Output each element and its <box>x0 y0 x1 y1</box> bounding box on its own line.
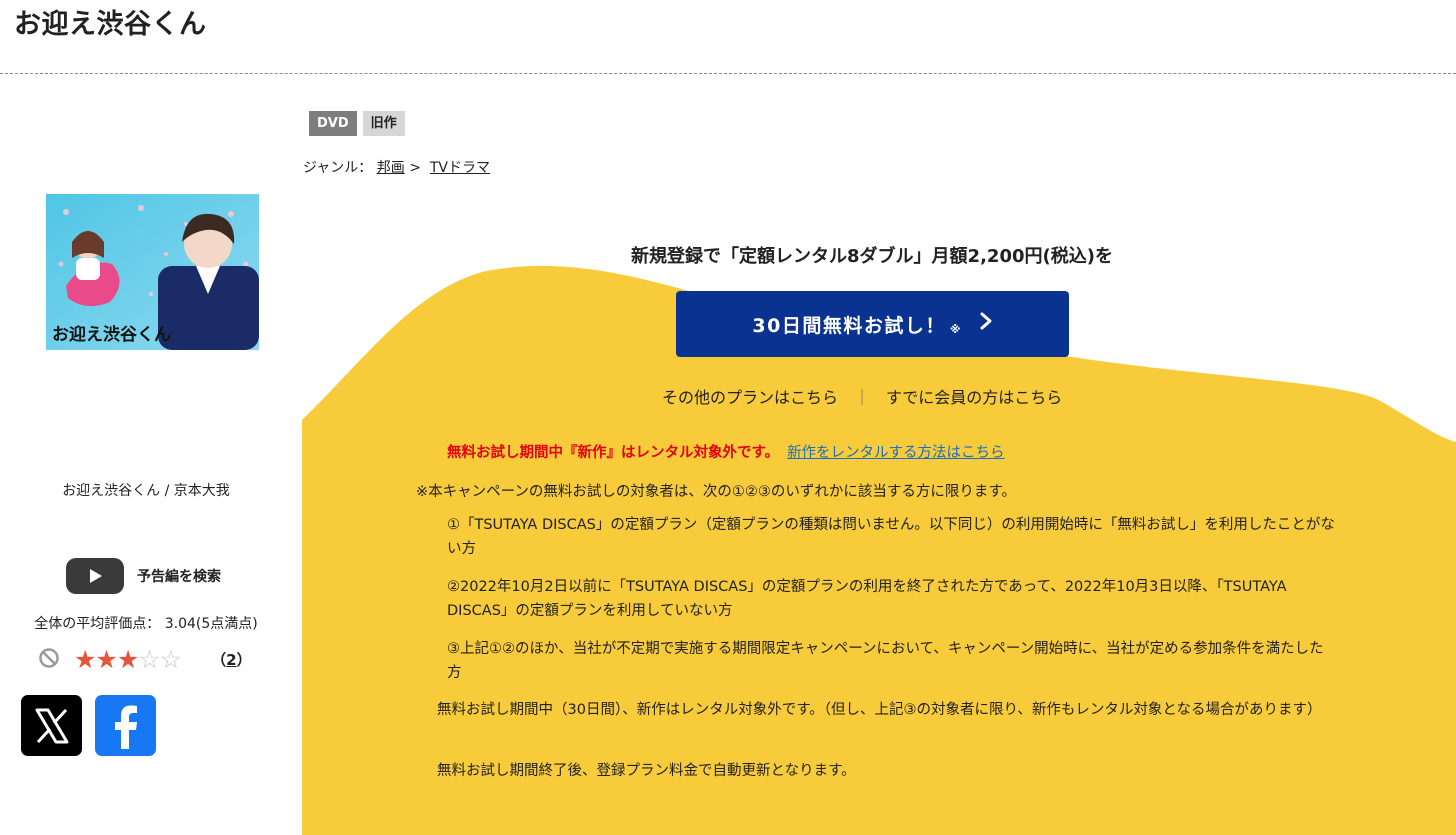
member-login-link[interactable]: すでに会員の方はこちら <box>886 384 1062 408</box>
free-trial-label: 30日間無料お試し！ <box>752 314 946 337</box>
share-x-button[interactable] <box>21 695 82 756</box>
genre-breadcrumb: ジャンル： 邦画 > TVドラマ <box>303 157 490 177</box>
genre-link-japanese-film[interactable]: 邦画 <box>377 160 405 176</box>
notice-red-text: 無料お試し期間中『新作』はレンタル対象外です。 <box>447 445 780 461</box>
star-3-icon[interactable]: ★ <box>117 646 139 673</box>
catalog-badge: 旧作 <box>362 111 405 136</box>
work-title: お迎え渋谷くん / 京本大我 <box>62 483 230 499</box>
star-1-icon[interactable]: ★ <box>74 646 96 673</box>
new-release-notice: 無料お試し期間中『新作』はレンタル対象外です。 新作をレンタルする方法はこちら <box>447 441 1005 462</box>
trial-footnote-2: 無料お試し期間終了後、登録プラン料金で自動更新となります。 <box>437 763 856 779</box>
review-count: （2） <box>211 651 252 669</box>
genre-link-tv-drama[interactable]: TVドラマ <box>430 160 490 176</box>
breadcrumb-separator: > <box>409 160 421 176</box>
campaign-term-1: ①「TSUTAYA DISCAS」の定額プラン（定額プランの種類は問いません。以… <box>447 517 1335 557</box>
genre-label: ジャンル： <box>303 160 373 176</box>
trailer-label: 予告編を検索 <box>137 569 221 585</box>
rating-stars[interactable]: ★ ★ ★ ☆ ☆ <box>74 646 182 673</box>
plan-links-separator: ｜ <box>854 388 871 407</box>
clear-rating-icon[interactable] <box>38 647 60 673</box>
poster-image[interactable]: お迎え渋谷くん <box>46 194 259 350</box>
promo-headline: 新規登録で「定額レンタル8ダブル」月額2,200円(税込)を <box>631 246 1113 267</box>
average-rating-text: 全体の平均評価点： 3.04(5点満点) <box>34 616 258 632</box>
star-2-icon[interactable]: ★ <box>95 646 117 673</box>
share-facebook-button[interactable] <box>95 695 156 756</box>
campaign-term-3: ③上記①②のほか、当社が不定期で実施する期間限定キャンペーンにおいて、キャンペー… <box>447 641 1324 681</box>
rating-row: ★ ★ ★ ☆ ☆ （2） <box>38 646 252 673</box>
format-badges: DVD 旧作 <box>309 111 405 136</box>
review-count-link[interactable]: 2 <box>226 651 236 669</box>
star-5-icon[interactable]: ☆ <box>160 646 182 673</box>
chevron-right-icon <box>979 311 993 337</box>
other-plans-link[interactable]: その他のプランはこちら <box>662 384 838 408</box>
new-release-rental-link[interactable]: 新作をレンタルする方法はこちら <box>787 445 1005 461</box>
facebook-logo-icon <box>114 705 137 749</box>
free-trial-button[interactable]: 30日間無料お試し！ ※ <box>676 291 1069 357</box>
star-4-icon[interactable]: ☆ <box>138 646 160 673</box>
trailer-search-button[interactable]: 予告編を検索 <box>66 558 221 594</box>
x-logo-icon <box>35 708 68 743</box>
left-column: お迎え渋谷くん お迎え渋谷くん / 京本大我 予告編を検索 全体の平均評価点： … <box>0 0 300 835</box>
trial-footnote-1: 無料お試し期間中（30日間）、新作はレンタル対象外です。（但し、上記③の対象者に… <box>437 702 1322 718</box>
poster-title-text: お迎え渋谷くん <box>52 324 171 345</box>
youtube-play-icon <box>66 558 124 594</box>
free-trial-note: ※ <box>949 322 961 336</box>
dvd-badge: DVD <box>309 111 357 136</box>
campaign-terms-heading: ※本キャンペーンの無料お試しの対象者は、次の①②③のいずれかに該当する方に限りま… <box>416 484 1016 500</box>
plan-links: その他のプランはこちら ｜ すでに会員の方はこちら <box>662 384 1062 408</box>
campaign-term-2: ②2022年10月2日以前に「TSUTAYA DISCAS」の定額プランの利用を… <box>447 579 1287 619</box>
